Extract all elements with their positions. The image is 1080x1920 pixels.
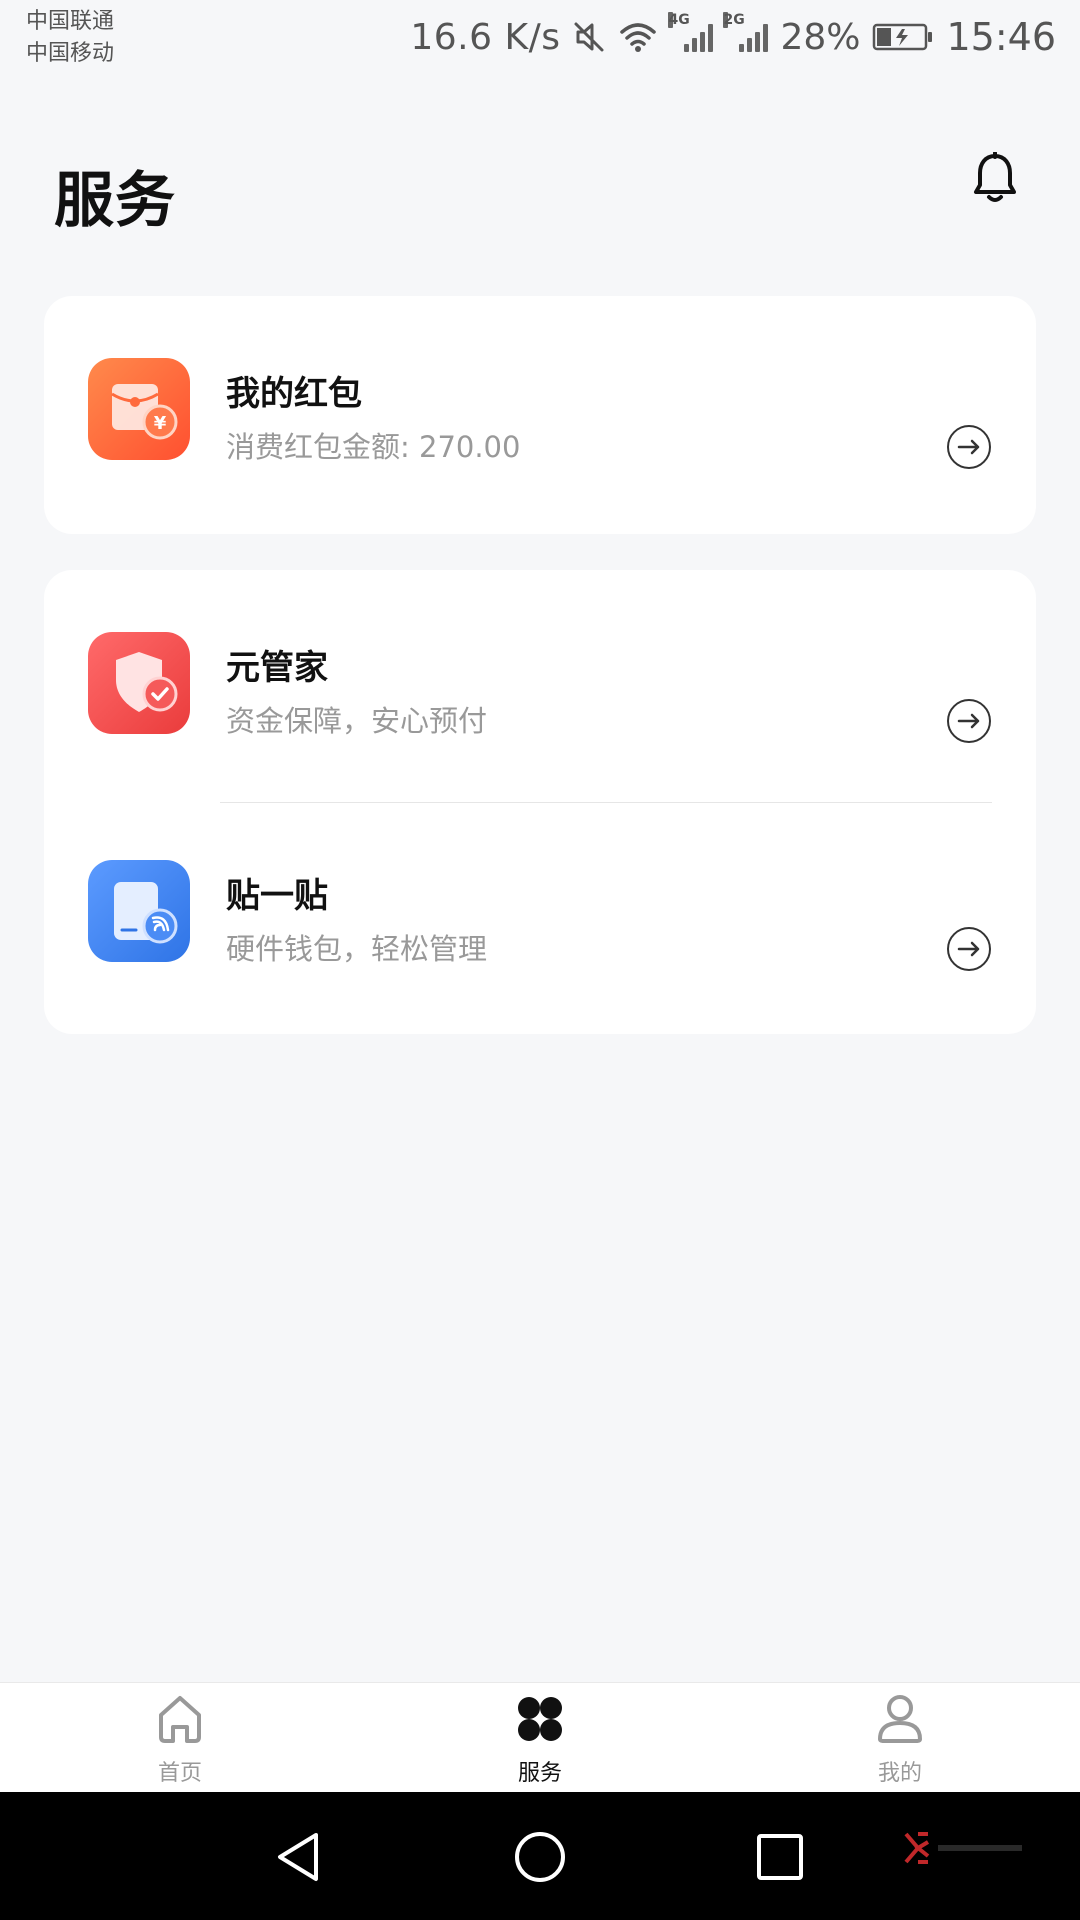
home-circle-icon[interactable]	[513, 1830, 567, 1884]
signal-icon: 4G	[668, 12, 714, 52]
service-subtitle: 资金保障，安心预付	[226, 704, 488, 738]
nav-item-services[interactable]: 服务	[440, 1683, 640, 1793]
divider	[220, 802, 992, 803]
red-packet-card: ¥ 我的红包 消费红包金额: 270.00	[44, 296, 1036, 534]
service-subtitle: 硬件钱包，轻松管理	[226, 932, 488, 966]
shield-check-icon	[88, 632, 190, 734]
user-icon	[878, 1695, 922, 1743]
status-bar: 中国联通 中国移动 16.6 K/s 4G 2G 28% 15:46	[0, 0, 1080, 80]
signal-2-label: 2G	[723, 12, 745, 28]
signal-1-label: 4G	[668, 12, 690, 28]
status-indicators: 16.6 K/s 4G 2G 28% 15:46	[410, 12, 1056, 62]
service-row-tieyitie[interactable]: 贴一贴 硬件钱包，轻松管理	[44, 838, 1036, 998]
watermark-logo	[904, 1832, 1022, 1864]
nav-label: 服务	[517, 1761, 562, 1786]
service-title: 贴一贴	[226, 876, 328, 916]
carrier-1: 中国联通	[26, 9, 115, 34]
nav-label: 首页	[157, 1761, 202, 1786]
red-packet-icon: ¥	[88, 358, 190, 460]
home-icon	[159, 1696, 201, 1743]
nav-item-home[interactable]: 首页	[80, 1683, 280, 1793]
mute-icon	[574, 22, 604, 52]
service-title: 我的红包	[226, 374, 362, 414]
bell-icon[interactable]	[972, 152, 1018, 204]
carrier-info: 中国联通 中国移动	[26, 6, 114, 70]
screen: 中国联通 中国移动 16.6 K/s 4G 2G 28% 15:46 服务 ¥ …	[0, 0, 1080, 1920]
arrow-right-icon	[947, 927, 991, 971]
signal-icon: 2G	[723, 12, 769, 52]
page-title: 服务	[54, 166, 176, 236]
nav-item-profile[interactable]: 我的	[800, 1683, 1000, 1793]
battery-percent: 28%	[780, 16, 861, 58]
service-row-yuanguanjia[interactable]: 元管家 资金保障，安心预付	[44, 610, 1036, 770]
nfc-card-icon	[88, 860, 190, 962]
carrier-2: 中国移动	[26, 41, 115, 66]
arrow-right-icon	[947, 699, 991, 743]
service-subtitle: 消费红包金额: 270.00	[226, 430, 521, 464]
back-icon[interactable]	[272, 1830, 326, 1884]
system-nav-bar	[0, 1792, 1080, 1920]
services-grid-icon	[518, 1697, 562, 1741]
bottom-nav: 首页 服务 我的	[0, 1682, 1080, 1792]
battery-charging-icon	[873, 23, 933, 51]
service-row-red-packet[interactable]: ¥ 我的红包 消费红包金额: 270.00	[44, 336, 1036, 496]
recents-icon[interactable]	[753, 1830, 807, 1884]
service-title: 元管家	[226, 648, 328, 688]
network-speed: 16.6 K/s	[410, 16, 561, 58]
svg-text:¥: ¥	[154, 413, 167, 434]
clock: 15:46	[946, 15, 1056, 59]
nav-label: 我的	[877, 1761, 922, 1786]
wifi-icon	[620, 23, 657, 52]
services-card: 元管家 资金保障，安心预付 贴一贴 硬件钱包，轻松管理	[44, 570, 1036, 1034]
arrow-right-icon	[947, 425, 991, 469]
